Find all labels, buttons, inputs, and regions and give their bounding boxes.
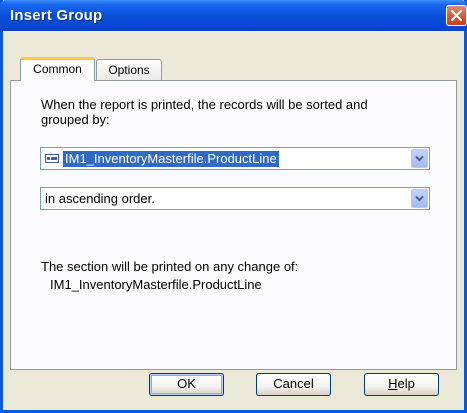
tab-options-label: Options <box>108 63 150 77</box>
window-title: Insert Group <box>10 7 103 24</box>
tab-common-label: Common <box>33 62 82 76</box>
description-line-1: When the report is printed, the records … <box>41 97 368 112</box>
help-button[interactable]: Help <box>364 373 439 396</box>
close-button[interactable] <box>446 5 467 26</box>
help-button-label: elp <box>397 376 415 391</box>
sort-order-value: in ascending order. <box>45 191 155 206</box>
close-icon <box>450 9 463 22</box>
group-field-dropdown-button[interactable] <box>411 149 428 168</box>
ok-button[interactable]: OK <box>149 373 224 396</box>
change-value: IM1_InventoryMasterfile.ProductLine <box>50 277 262 292</box>
tab-options[interactable]: Options <box>96 59 162 80</box>
help-button-mnemonic: H <box>388 376 398 391</box>
description-line-2: grouped by: <box>41 112 110 127</box>
cancel-button-label: Cancel <box>273 376 314 391</box>
tab-panel-common: When the report is printed, the records … <box>10 80 457 370</box>
sort-order-select[interactable]: in ascending order. <box>40 187 430 210</box>
sort-order-dropdown-button[interactable] <box>411 189 428 208</box>
title-bar[interactable]: Insert Group <box>0 0 467 31</box>
chevron-down-icon <box>415 195 424 202</box>
ok-button-label: OK <box>177 376 196 391</box>
chevron-down-icon <box>415 155 424 162</box>
group-field-value: IM1_InventoryMasterfile.ProductLine <box>63 151 279 167</box>
group-field-select[interactable]: IM1_InventoryMasterfile.ProductLine <box>40 147 430 170</box>
cancel-button[interactable]: Cancel <box>256 373 331 396</box>
change-label: The section will be printed on any chang… <box>41 259 299 274</box>
tab-common[interactable]: Common <box>20 57 95 81</box>
database-field-icon <box>45 154 59 163</box>
